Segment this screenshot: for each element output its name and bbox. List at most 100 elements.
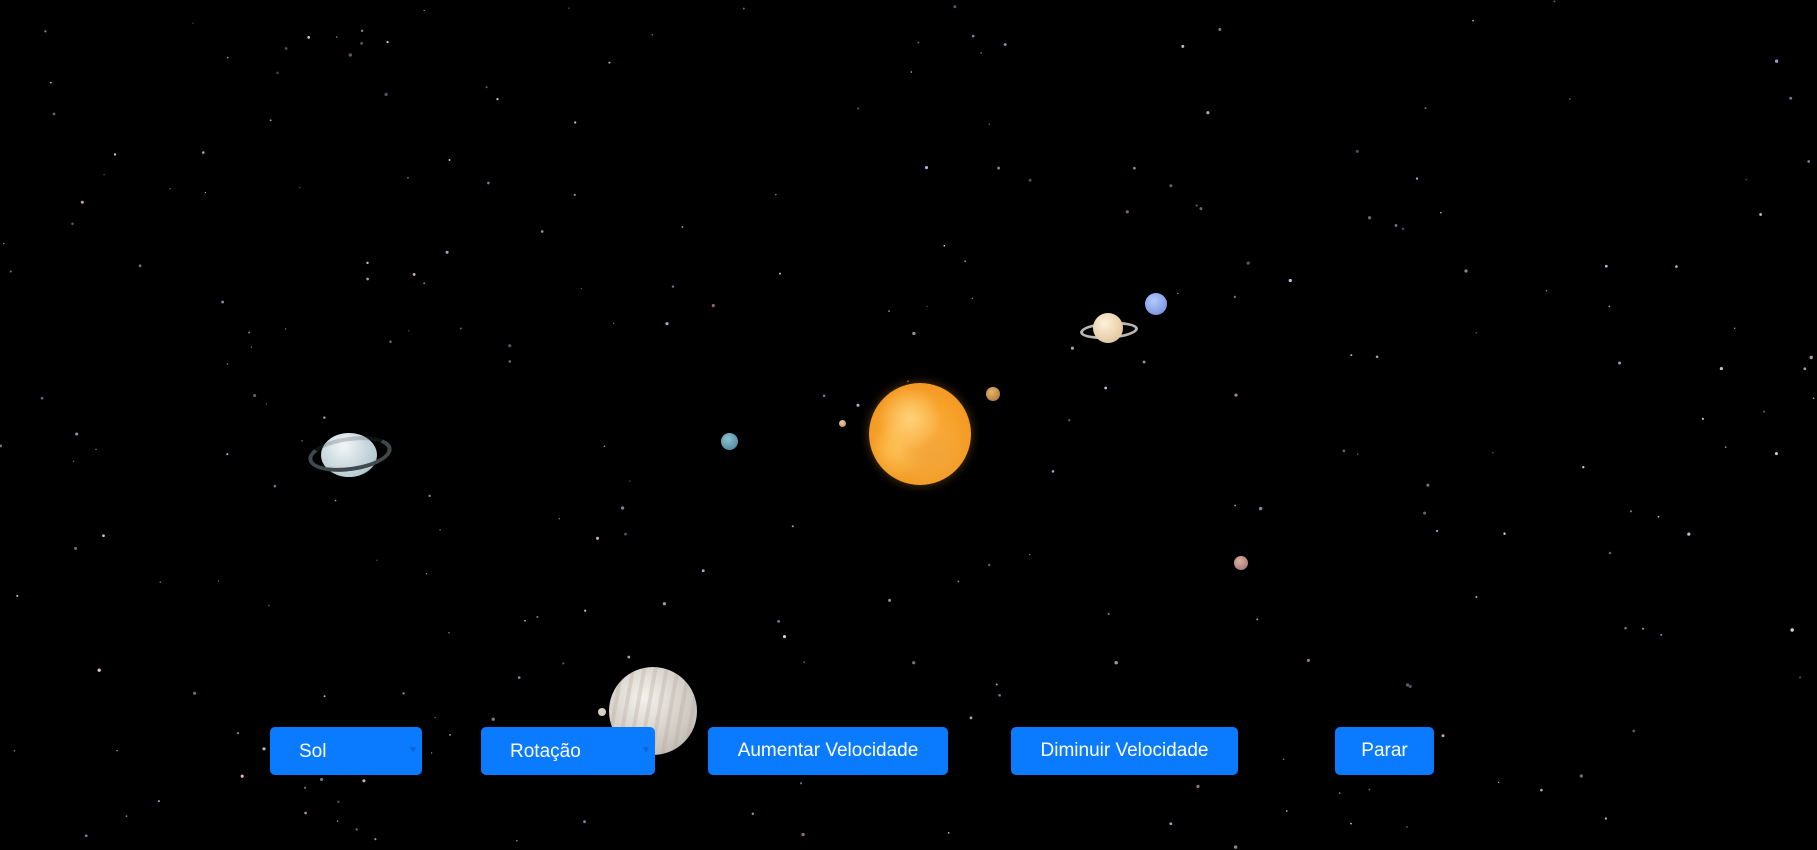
star <box>665 322 669 326</box>
star <box>568 7 570 9</box>
star <box>603 445 606 448</box>
star <box>1553 0 1556 3</box>
star <box>1497 781 1500 784</box>
star <box>217 580 220 582</box>
stop-button[interactable]: Parar <box>1335 727 1434 775</box>
planet-saturn <box>1093 313 1123 343</box>
star <box>1196 784 1200 788</box>
star <box>1070 346 1074 350</box>
star <box>1807 160 1811 163</box>
star <box>1763 410 1766 413</box>
star <box>562 662 565 665</box>
planet-neptune <box>1145 293 1167 315</box>
star <box>496 98 499 101</box>
star <box>13 749 16 752</box>
star <box>924 166 929 170</box>
star <box>998 693 1001 697</box>
star <box>1426 483 1430 487</box>
star <box>608 61 611 64</box>
star <box>1624 626 1627 630</box>
star <box>402 692 405 695</box>
star <box>517 676 521 679</box>
star <box>681 226 684 228</box>
star <box>97 668 101 672</box>
star <box>1401 227 1405 231</box>
star <box>1258 506 1263 511</box>
star <box>912 331 916 336</box>
star <box>1423 511 1427 515</box>
mode-select[interactable]: Rotação <box>481 727 655 775</box>
star <box>376 559 378 562</box>
star <box>1169 184 1173 188</box>
star <box>620 506 625 510</box>
star <box>1579 774 1583 778</box>
star <box>1133 166 1136 170</box>
star <box>449 733 451 736</box>
star <box>1408 684 1412 689</box>
star <box>1125 210 1129 214</box>
star <box>362 779 366 783</box>
star <box>268 604 270 607</box>
star <box>1234 504 1237 507</box>
star <box>360 29 364 32</box>
star <box>1195 204 1198 207</box>
star <box>822 394 826 398</box>
star <box>888 310 890 313</box>
star <box>366 261 369 265</box>
star <box>1350 822 1352 825</box>
star <box>1003 43 1007 46</box>
body-select[interactable]: Sol <box>270 727 422 775</box>
star <box>1256 618 1259 621</box>
increase-speed-button[interactable]: Aumentar Velocidade <box>708 727 948 775</box>
star <box>1475 595 1478 599</box>
star <box>487 181 490 185</box>
star <box>1734 327 1736 329</box>
star <box>1028 178 1032 182</box>
star <box>95 448 97 451</box>
star <box>1435 529 1439 533</box>
star <box>102 534 105 538</box>
star <box>3 242 5 245</box>
solar-system-scene[interactable] <box>0 0 1817 850</box>
star <box>406 176 409 179</box>
star <box>1790 628 1794 632</box>
sun <box>869 383 971 485</box>
planet-venus <box>986 387 1000 401</box>
star <box>1415 177 1419 180</box>
star <box>1357 453 1359 455</box>
star <box>1306 658 1310 662</box>
star <box>1568 98 1571 100</box>
star <box>524 619 526 622</box>
star <box>662 602 667 606</box>
star <box>113 153 117 156</box>
star <box>485 86 488 89</box>
star <box>1789 96 1793 100</box>
star <box>774 193 777 196</box>
star <box>711 304 715 308</box>
star <box>439 529 441 531</box>
star <box>574 121 577 124</box>
star <box>1233 845 1238 849</box>
star <box>953 5 957 9</box>
star <box>701 569 705 573</box>
star <box>629 480 631 482</box>
star <box>80 200 84 204</box>
decrease-speed-button[interactable]: Diminuir Velocidade <box>1011 727 1238 775</box>
star <box>910 71 913 73</box>
star <box>1582 465 1585 469</box>
star <box>926 305 928 308</box>
star <box>253 393 257 398</box>
star <box>888 598 892 602</box>
star <box>1104 386 1108 390</box>
planet-mars <box>1234 556 1248 570</box>
star <box>192 22 194 24</box>
star <box>16 594 19 597</box>
star <box>226 56 229 59</box>
star <box>516 839 518 842</box>
star <box>1107 612 1110 615</box>
star <box>558 518 560 520</box>
star <box>202 151 205 154</box>
star <box>583 820 586 824</box>
star <box>917 41 920 44</box>
star <box>374 838 377 841</box>
